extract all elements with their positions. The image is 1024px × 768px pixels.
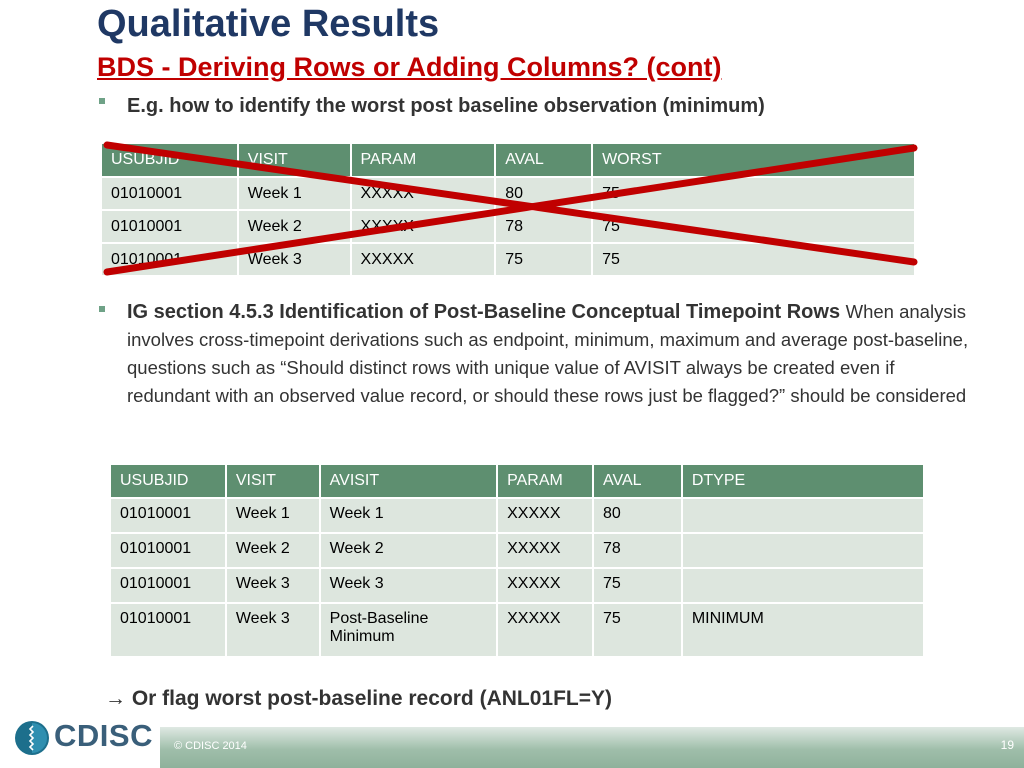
table-cell: 78 (592, 532, 683, 569)
table-cell: Week 2 (224, 532, 321, 569)
column-header: VISIT (236, 142, 352, 178)
bullet-square-icon (99, 98, 105, 104)
worst-column-table: USUBJID VISIT PARAM AVAL WORST 01010001 … (100, 142, 916, 277)
column-header: USUBJID (109, 463, 227, 499)
table-row: 01010001 Week 1 Week 1 XXXXX 80 (109, 497, 926, 534)
column-header: WORST (591, 142, 916, 178)
table-cell: 80 (592, 497, 683, 534)
table-cell: Week 1 (318, 497, 499, 534)
table-cell (680, 532, 926, 569)
table-row: 01010001 Week 3 Post-Baseline Minimum XX… (109, 602, 926, 658)
conclusion-text: → Or flag worst post-baseline record (AN… (105, 687, 613, 710)
footer-bar: © CDISC 2014 19 (160, 727, 1024, 768)
table-cell: XXXXX (349, 242, 497, 277)
column-header: DTYPE (680, 463, 926, 499)
table-cell: 78 (494, 209, 594, 244)
column-header: AVAL (592, 463, 683, 499)
table-row: 01010001 Week 3 XXXXX 75 75 (100, 242, 916, 277)
bullet-ig-section: IG section 4.5.3 Identification of Post-… (99, 298, 979, 410)
table-cell: XXXXX (349, 209, 497, 244)
dtype-row-table: USUBJID VISIT AVISIT PARAM AVAL DTYPE 01… (109, 463, 926, 658)
table-cell: Week 3 (236, 242, 352, 277)
table-cell: 01010001 (109, 602, 227, 658)
column-header: AVAL (494, 142, 594, 178)
slide-subtitle: BDS - Deriving Rows or Adding Columns? (… (97, 52, 722, 82)
table-cell: Post-Baseline Minimum (318, 602, 499, 658)
copyright-text: © CDISC 2014 (174, 740, 247, 752)
bullet-ig-section-text: IG section 4.5.3 Identification of Post-… (127, 298, 979, 410)
table-cell: Week 3 (224, 602, 321, 658)
table-cell: 80 (494, 176, 594, 211)
ig-section-heading: IG section 4.5.3 Identification of Post-… (127, 301, 841, 323)
table-cell: Week 1 (236, 176, 352, 211)
table-cell: 75 (592, 567, 683, 604)
column-header: PARAM (496, 463, 594, 499)
column-header: AVISIT (318, 463, 499, 499)
table-cell: Week 2 (236, 209, 352, 244)
table-row: 01010001 Week 3 Week 3 XXXXX 75 (109, 567, 926, 604)
table-row: 01010001 Week 1 XXXXX 80 75 (100, 176, 916, 211)
table-cell (680, 567, 926, 604)
table-header-row: USUBJID VISIT AVISIT PARAM AVAL DTYPE (109, 463, 926, 499)
bullet-example-text: E.g. how to identify the worst post base… (127, 95, 765, 117)
table-row: 01010001 Week 2 Week 2 XXXXX 78 (109, 532, 926, 569)
cdisc-logo-icon (15, 721, 49, 755)
cdisc-logo-text: CDISC (54, 718, 153, 753)
cdisc-logo: CDISC (14, 716, 152, 760)
table-cell: 01010001 (109, 532, 227, 569)
bullet-example: E.g. how to identify the worst post base… (99, 93, 979, 119)
table-cell: 01010001 (109, 497, 227, 534)
table-cell: MINIMUM (680, 602, 926, 658)
table-cell: Week 3 (318, 567, 499, 604)
table-cell: 01010001 (100, 242, 239, 277)
table-cell: XXXXX (496, 602, 594, 658)
page-number: 19 (1000, 738, 1014, 752)
table-cell: 75 (592, 602, 683, 658)
table-cell: 75 (494, 242, 594, 277)
table-cell (680, 497, 926, 534)
table-cell: Week 1 (224, 497, 321, 534)
table-row: 01010001 Week 2 XXXXX 78 75 (100, 209, 916, 244)
table-cell: XXXXX (496, 532, 594, 569)
slide-title: Qualitative Results (97, 3, 440, 45)
table-cell: 01010001 (109, 567, 227, 604)
table-cell: 75 (591, 209, 916, 244)
table-cell: XXXXX (496, 567, 594, 604)
table-cell: 01010001 (100, 176, 239, 211)
bullet-square-icon (99, 306, 105, 312)
column-header: VISIT (224, 463, 321, 499)
table-cell: Week 3 (224, 567, 321, 604)
table-cell: Week 2 (318, 532, 499, 569)
column-header: USUBJID (100, 142, 239, 178)
table-header-row: USUBJID VISIT PARAM AVAL WORST (100, 142, 916, 178)
table-cell: 01010001 (100, 209, 239, 244)
table-cell: 75 (591, 176, 916, 211)
column-header: PARAM (349, 142, 497, 178)
table-cell: XXXXX (349, 176, 497, 211)
table-cell: XXXXX (496, 497, 594, 534)
table-cell: 75 (591, 242, 916, 277)
